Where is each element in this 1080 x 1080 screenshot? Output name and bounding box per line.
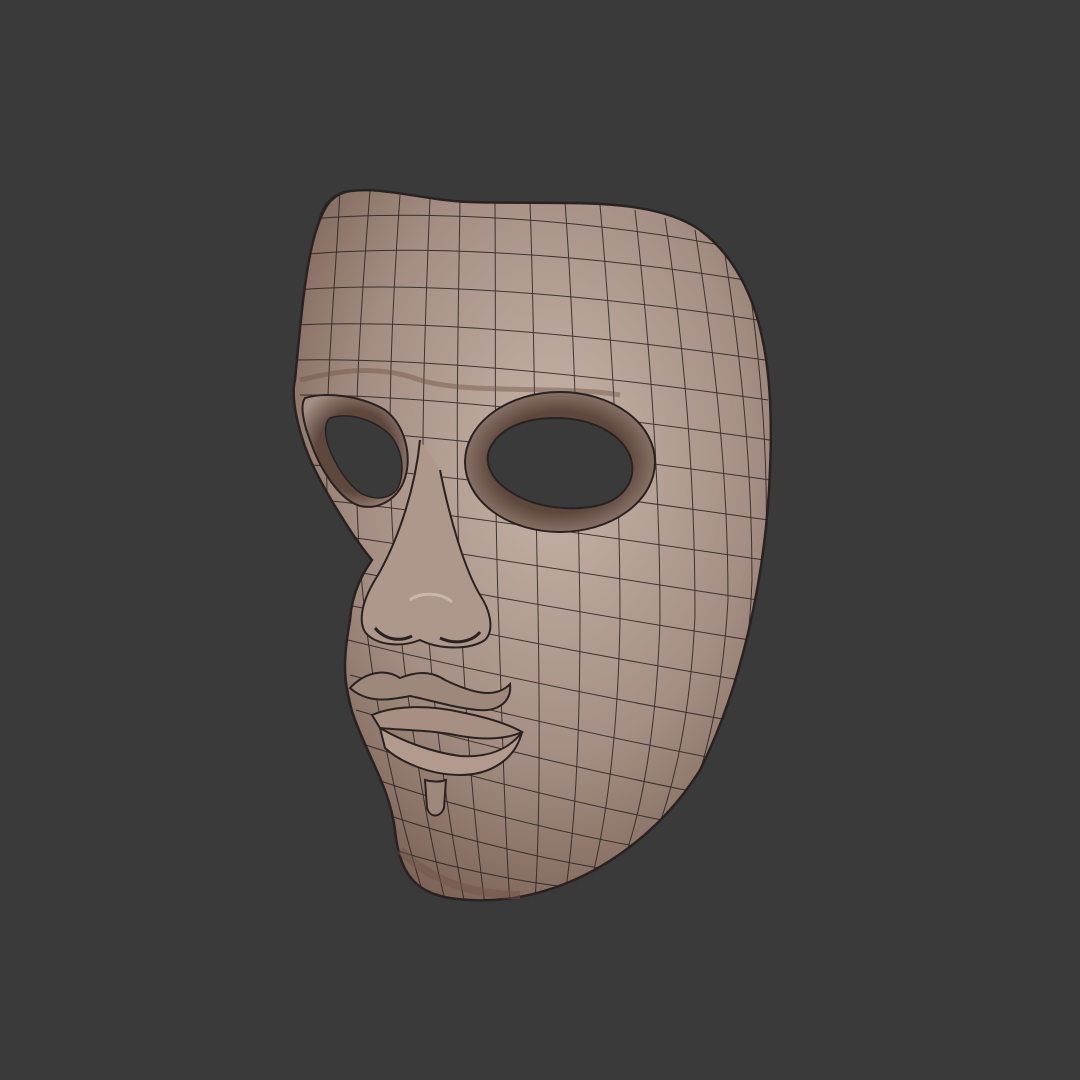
chin-tuft [423, 778, 448, 817]
viewport [0, 0, 1080, 1080]
mask-model-render [292, 188, 773, 902]
